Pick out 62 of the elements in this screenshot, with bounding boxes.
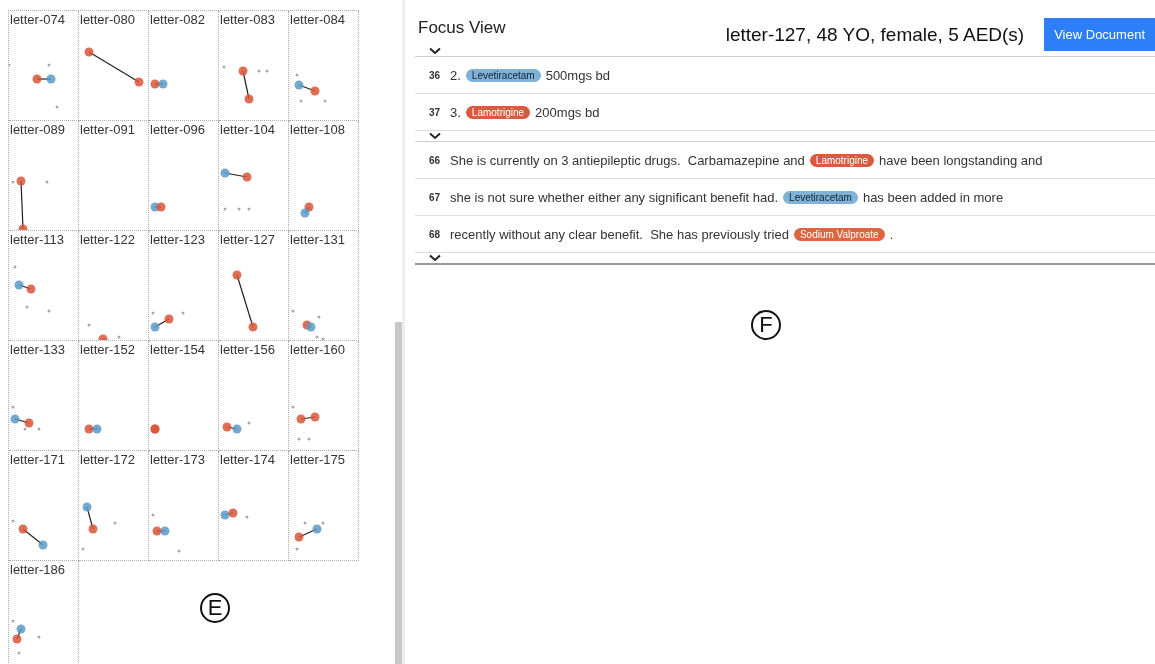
line-number: 67 (429, 191, 442, 203)
plot-title: letter-175 (289, 451, 346, 467)
splitter-handle[interactable] (395, 322, 402, 664)
line-number: 36 (429, 69, 442, 81)
plot-title: letter-089 (9, 121, 66, 137)
plot-title: letter-074 (9, 11, 66, 27)
line-number: 68 (429, 228, 442, 240)
scatter-plot-drawing (84, 47, 144, 87)
line-text: 2. (450, 67, 461, 83)
line-number: 37 (429, 106, 442, 118)
plot-title: letter-127 (219, 231, 276, 247)
plot-title: letter-096 (149, 121, 206, 137)
plot-title: letter-082 (149, 11, 206, 27)
plot-title: letter-084 (289, 11, 346, 27)
chevron-down-icon[interactable] (429, 132, 441, 140)
scatter-plot-drawing (300, 202, 314, 218)
plot-title: letter-123 (149, 231, 206, 247)
line-text: 500mgs bd (545, 67, 610, 83)
line-text: . (889, 226, 894, 242)
plot-title: letter-131 (289, 231, 346, 247)
plot-title: letter-104 (219, 121, 276, 137)
plot-title: letter-154 (149, 341, 206, 357)
drug-tag: Levetiracetam (783, 190, 858, 204)
line-text: has been added in more (862, 189, 1004, 205)
plot-title: letter-122 (79, 231, 136, 247)
plot-title: letter-091 (79, 121, 136, 137)
scatter-plot-drawing (232, 270, 258, 332)
plot-title: letter-172 (79, 451, 136, 467)
drug-tag: Lamotrigine (809, 153, 875, 167)
line-text: 3. (450, 104, 461, 120)
chevron-down-icon[interactable] (429, 47, 441, 55)
line-text: 200mgs bd (535, 104, 600, 120)
scatter-plot-drawing (150, 202, 166, 212)
view-document-button[interactable]: View Document (1044, 18, 1155, 51)
panel-marker: F (751, 310, 781, 340)
line-number: 66 (429, 154, 442, 166)
chevron-down-icon[interactable] (429, 254, 441, 262)
plot-title: letter-156 (219, 341, 276, 357)
drug-tag: Lamotrigine (465, 105, 531, 119)
line-text: have been longstanding and (879, 152, 1043, 168)
line-text: recently without any clear benefit. She has previously tried (450, 226, 789, 242)
plot-title: letter-186 (9, 561, 66, 577)
line-text: She is currently on 3 antiepileptic drugs. Carbamazepine and (450, 152, 805, 168)
scatter-plot-drawing (84, 424, 102, 434)
drug-tag: Levetiracetam (465, 68, 541, 82)
plot-title: letter-152 (79, 341, 136, 357)
plot-title: letter-080 (79, 11, 136, 27)
drug-tag: Sodium Valproate (793, 227, 885, 241)
plot-title: letter-171 (9, 451, 66, 467)
plot-title: letter-174 (219, 451, 276, 467)
plot-title: letter-083 (219, 11, 276, 27)
panel-title: Focus View (418, 18, 506, 38)
line-text: she is not sure whether either any significant benefit had. (450, 189, 779, 205)
panel-marker: E (200, 593, 230, 623)
plot-title: letter-160 (289, 341, 346, 357)
plot-title: letter-113 (9, 231, 65, 247)
plot-title: letter-108 (289, 121, 346, 137)
patient-summary: letter-127, 48 YO, female, 5 AED(s) (725, 24, 1025, 46)
scatter-plot-drawing (150, 79, 168, 89)
scatter-plot-drawing (150, 424, 160, 434)
plot-title: letter-133 (9, 341, 66, 357)
plot-title: letter-173 (149, 451, 206, 467)
